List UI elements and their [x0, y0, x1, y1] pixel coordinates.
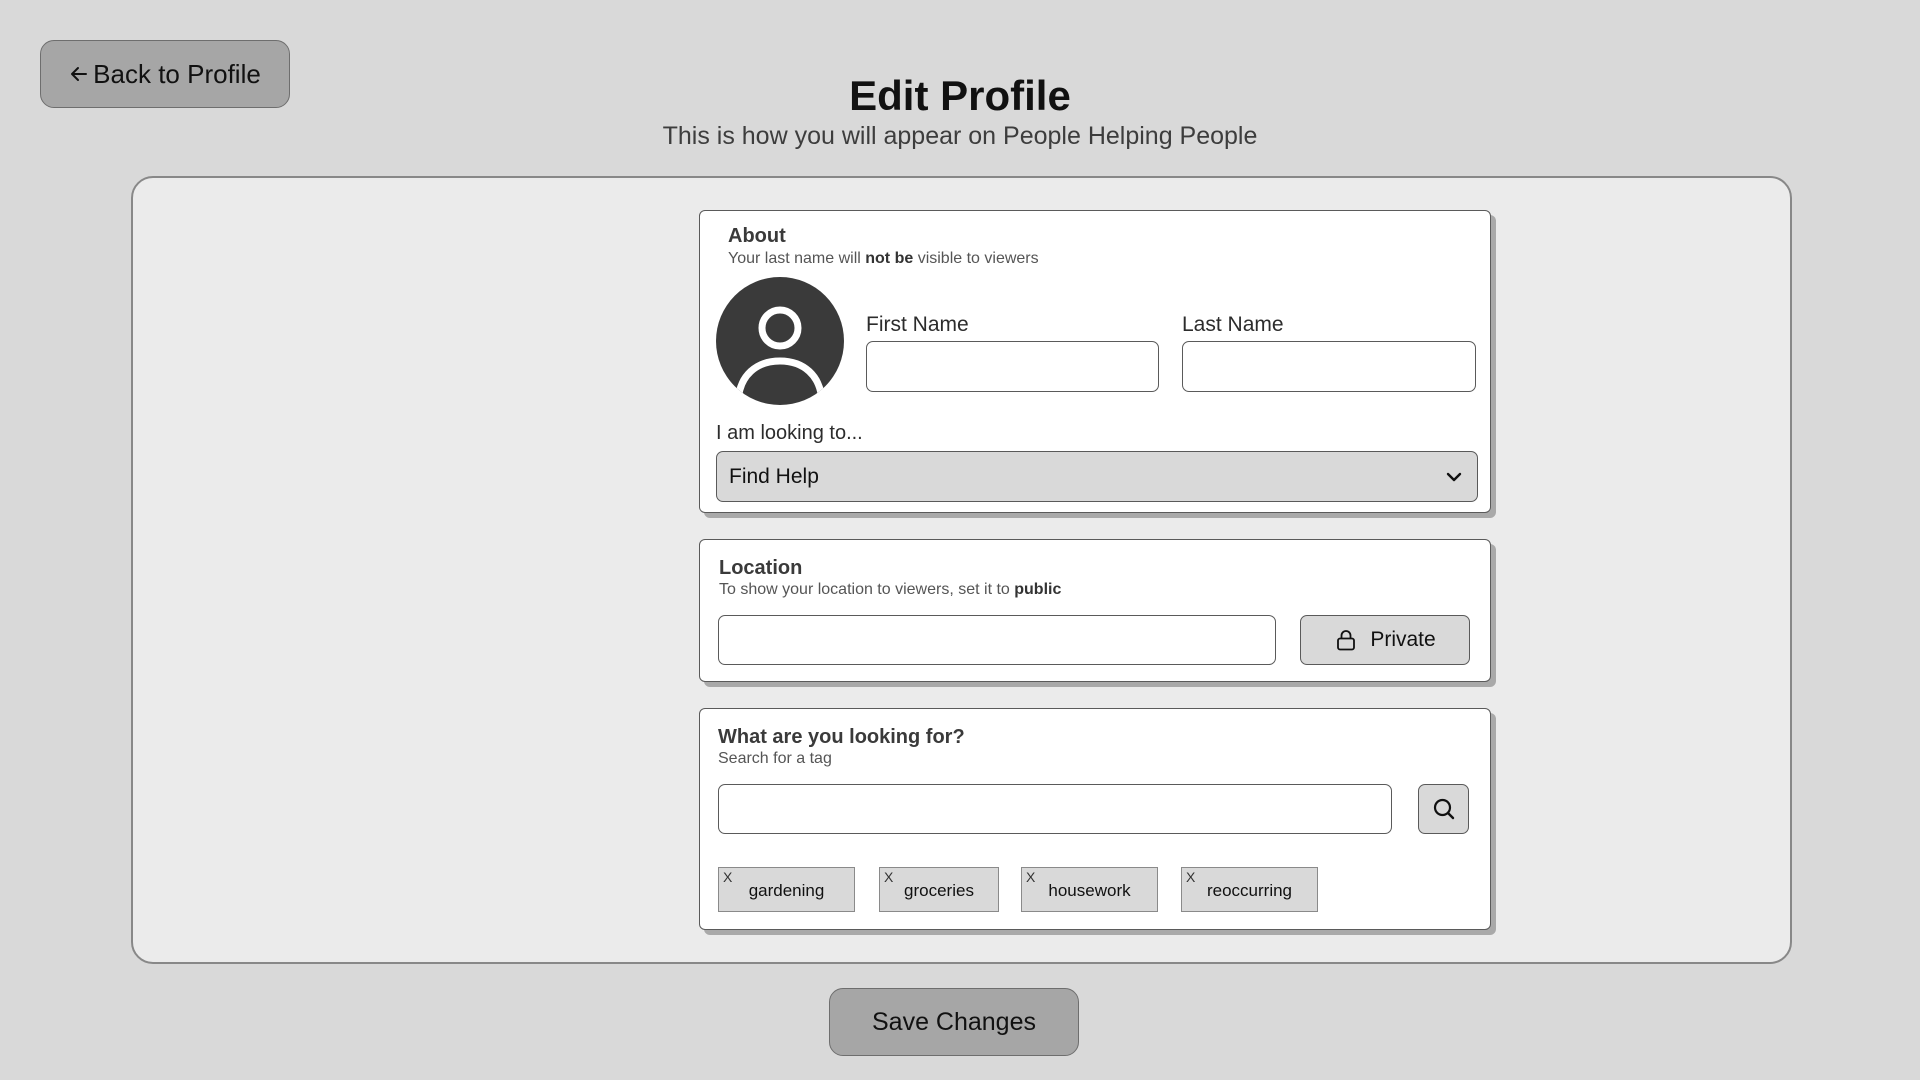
location-card: Location To show your location to viewer…: [699, 539, 1491, 682]
first-name-label: First Name: [866, 313, 969, 336]
save-changes-button[interactable]: Save Changes: [829, 988, 1079, 1056]
lock-icon: [1337, 630, 1356, 651]
location-input[interactable]: [718, 615, 1276, 665]
tags-title: What are you looking for?: [718, 726, 965, 748]
page-title: Edit Profile: [849, 72, 1071, 119]
tag-label: housework: [1048, 881, 1131, 900]
tag-chip-reoccurring: X reoccurring: [1181, 867, 1318, 912]
tag-label: groceries: [904, 881, 974, 900]
tag-label: gardening: [748, 881, 825, 900]
tags-card: What are you looking for? Search for a t…: [699, 708, 1491, 930]
chevron-down-icon: [1446, 472, 1462, 482]
about-subtitle: Your last name will not be visible to vi…: [728, 250, 1039, 267]
page-subtitle: This is how you will appear on People He…: [662, 122, 1258, 150]
location-privacy-label: Private: [1370, 628, 1436, 651]
looking-to-label: I am looking to...: [716, 422, 863, 444]
about-title: About: [728, 225, 786, 247]
location-subtitle: To show your location to viewers, set it…: [719, 581, 1062, 598]
tag-search-button[interactable]: [1418, 784, 1469, 834]
avatar[interactable]: [716, 277, 844, 405]
save-changes-label: Save Changes: [871, 1007, 1036, 1036]
tags-subtitle: Search for a tag: [718, 750, 832, 767]
about-card: About Your last name will not be visible…: [699, 210, 1491, 513]
user-avatar-icon: [734, 306, 826, 405]
first-name-input[interactable]: [866, 341, 1159, 392]
location-privacy-button[interactable]: Private: [1300, 615, 1470, 665]
last-name-input[interactable]: [1182, 341, 1476, 392]
tag-search-input[interactable]: [718, 784, 1392, 834]
looking-to-select[interactable]: Find Help: [716, 451, 1478, 502]
last-name-label: Last Name: [1182, 313, 1284, 336]
main-panel: About Your last name will not be visible…: [131, 176, 1792, 964]
looking-to-selected-value: Find Help: [729, 464, 819, 488]
tag-chip-gardening: X gardening: [718, 867, 855, 912]
tag-chip-groceries: X groceries: [879, 867, 999, 912]
location-title: Location: [719, 557, 803, 579]
tag-chip-housework: X housework: [1021, 867, 1158, 912]
tag-label: reoccurring: [1206, 881, 1293, 900]
search-icon: [1433, 798, 1454, 820]
